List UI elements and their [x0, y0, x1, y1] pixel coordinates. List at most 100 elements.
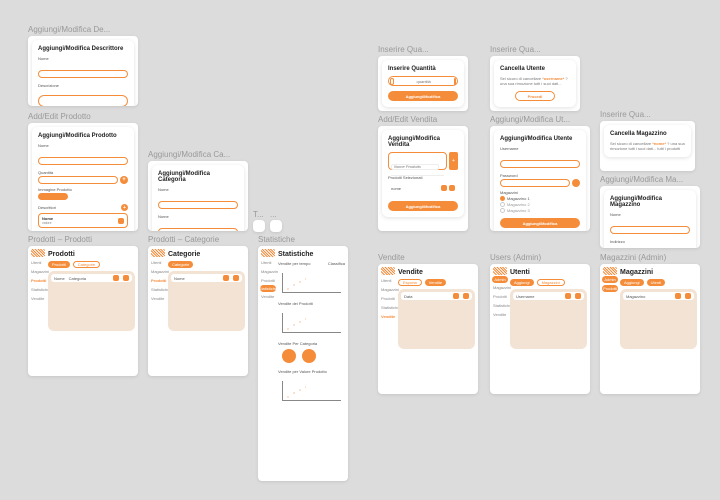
tab-users[interactable]: Utenti [647, 279, 665, 286]
image-button[interactable] [38, 193, 68, 200]
username-input[interactable] [500, 160, 580, 168]
action-icon[interactable] [575, 293, 581, 299]
sidebar-item[interactable]: Magazzini [492, 283, 508, 292]
action-icon[interactable] [463, 293, 469, 299]
description-input[interactable] [38, 95, 128, 107]
artboard-title: Aggiungi/Modifica Ca... [148, 150, 248, 159]
sidebar-item[interactable]: Vendite [260, 292, 276, 301]
sidebar-item[interactable]: Prodotti [380, 294, 396, 303]
edit-icon[interactable] [118, 218, 124, 224]
sidebar-item[interactable]: Prodotti [492, 292, 508, 301]
submit-button[interactable]: Aggiungi/Modifica [388, 91, 458, 101]
proceed-button[interactable]: Procedi [515, 91, 555, 101]
minus-icon[interactable] [390, 78, 394, 85]
sidebar-item[interactable]: Statistiche [30, 285, 46, 294]
edit-icon[interactable] [441, 185, 447, 191]
action-icon[interactable] [113, 275, 119, 281]
sidebar-item-active[interactable]: Prodotti [30, 276, 46, 285]
action-icon[interactable] [123, 275, 129, 281]
quantity-stepper[interactable] [388, 76, 458, 86]
radio-checked-icon[interactable] [500, 196, 505, 201]
submit-button[interactable]: Aggiungi/Modifica [388, 201, 458, 211]
add-icon[interactable]: + [449, 152, 458, 170]
sidebar-item[interactable]: Vendite [492, 310, 508, 319]
card-title: Cancella Utente [500, 66, 570, 72]
add-descriptor-button[interactable]: + [121, 204, 128, 211]
add-button[interactable]: Aggiungi [620, 279, 644, 286]
sidebar-item[interactable]: Vendite [150, 294, 166, 303]
page-heading: Statistiche [278, 251, 345, 258]
logo [151, 249, 165, 257]
sidebar: Utenti Magazzini Prodotti Statistiche Ve… [380, 276, 396, 321]
sidebar-item[interactable]: Statistiche [492, 301, 508, 310]
plus-icon[interactable] [454, 78, 456, 85]
table-header: Nome Categoria [51, 274, 132, 282]
sidebar-item[interactable]: Magazzini [260, 267, 276, 276]
sidebar-item-active[interactable]: Prodotti [150, 276, 166, 285]
sidebar-item[interactable]: Magazzini [150, 267, 166, 276]
sidebar-prod-pill[interactable]: Prodotti [602, 285, 618, 292]
sidebar-item-active[interactable]: Statistiche [260, 285, 276, 292]
field-label: Nome [158, 187, 238, 192]
table-area: Username [510, 289, 587, 349]
action-icon[interactable] [565, 293, 571, 299]
artboard-edit-product: Aggiungi/Modifica Prodotto Nome Quantità… [28, 123, 138, 231]
name-input[interactable] [38, 70, 128, 78]
action-icon[interactable] [223, 275, 229, 281]
artboard-title: Add/Edit Prodotto [28, 112, 128, 121]
sidebar-admin-pill[interactable]: Admin [492, 276, 508, 283]
sidebar-item[interactable]: Statistiche [380, 303, 396, 312]
artboard-edit-warehouse: Aggiungi/Modifica Magazzino Nome Indiriz… [600, 186, 700, 248]
sidebar-item[interactable]: Prodotti [260, 276, 276, 285]
card-title: Inserire Quantità [388, 66, 458, 72]
delete-icon[interactable] [449, 185, 455, 191]
qty-input[interactable] [396, 78, 452, 85]
add-button[interactable]: Aggiungi [510, 279, 534, 286]
field-label: Username [500, 146, 580, 151]
action-icon[interactable] [453, 293, 459, 299]
password-input[interactable] [500, 179, 570, 187]
sidebar-item[interactable]: Utenti [380, 276, 396, 285]
th-category: Categoria [69, 276, 86, 281]
card-title: Cancella Magazzino [610, 131, 685, 137]
export-button[interactable]: Esporta [398, 279, 422, 286]
sidebar-item-active[interactable]: Vendite [380, 312, 396, 321]
name-input[interactable] [38, 157, 128, 165]
name2-input[interactable] [158, 228, 238, 232]
action-icon[interactable] [233, 275, 239, 281]
sidebar-item[interactable]: Utenti [30, 258, 46, 267]
quantity-input[interactable] [38, 176, 118, 184]
artboard-title: Inserire Qua... [378, 45, 458, 54]
artboard-title: Aggiungi/Modifica Ma... [600, 175, 710, 184]
name-input[interactable] [158, 201, 238, 209]
tab-categorie[interactable]: Categorie [73, 261, 100, 268]
page-heading: Magazzini [620, 269, 697, 276]
sidebar-item[interactable]: Vendite [30, 294, 46, 303]
tab-vendite[interactable]: Vendite [425, 279, 446, 286]
th-name: Nome [174, 276, 185, 281]
logo [31, 249, 45, 257]
show-icon[interactable] [572, 179, 580, 187]
add-icon[interactable]: + [120, 176, 128, 184]
artboard-title: Statistiche [258, 235, 338, 244]
logo [603, 267, 617, 275]
sidebar-item[interactable]: Statistiche [150, 285, 166, 294]
product-search[interactable] [391, 164, 439, 170]
sidebar-admin-pill[interactable]: Admin [602, 276, 618, 283]
action-icon[interactable] [685, 293, 691, 299]
table-header: Magazzino [623, 292, 694, 300]
tab-categorie[interactable]: Categorie [168, 261, 193, 268]
name-input[interactable] [610, 226, 690, 234]
sidebar-item[interactable]: Utenti [260, 258, 276, 267]
page-heading: Utenti [510, 269, 587, 276]
submit-button[interactable]: Aggiungi/Modifica [500, 218, 580, 228]
sidebar-item[interactable]: Magazzini [30, 267, 46, 276]
tab-warehouses[interactable]: Magazzini [537, 279, 565, 286]
sidebar-item[interactable]: Utenti [150, 258, 166, 267]
tab-prodotti[interactable]: Prodotti [48, 261, 70, 268]
sidebar-item[interactable]: Magazzini [380, 285, 396, 294]
radio-icon[interactable] [500, 202, 505, 207]
action-icon[interactable] [675, 293, 681, 299]
radio-icon[interactable] [500, 208, 505, 213]
artboard-edit-user: Aggiungi/Modifica Utente Username Passwo… [490, 126, 590, 231]
